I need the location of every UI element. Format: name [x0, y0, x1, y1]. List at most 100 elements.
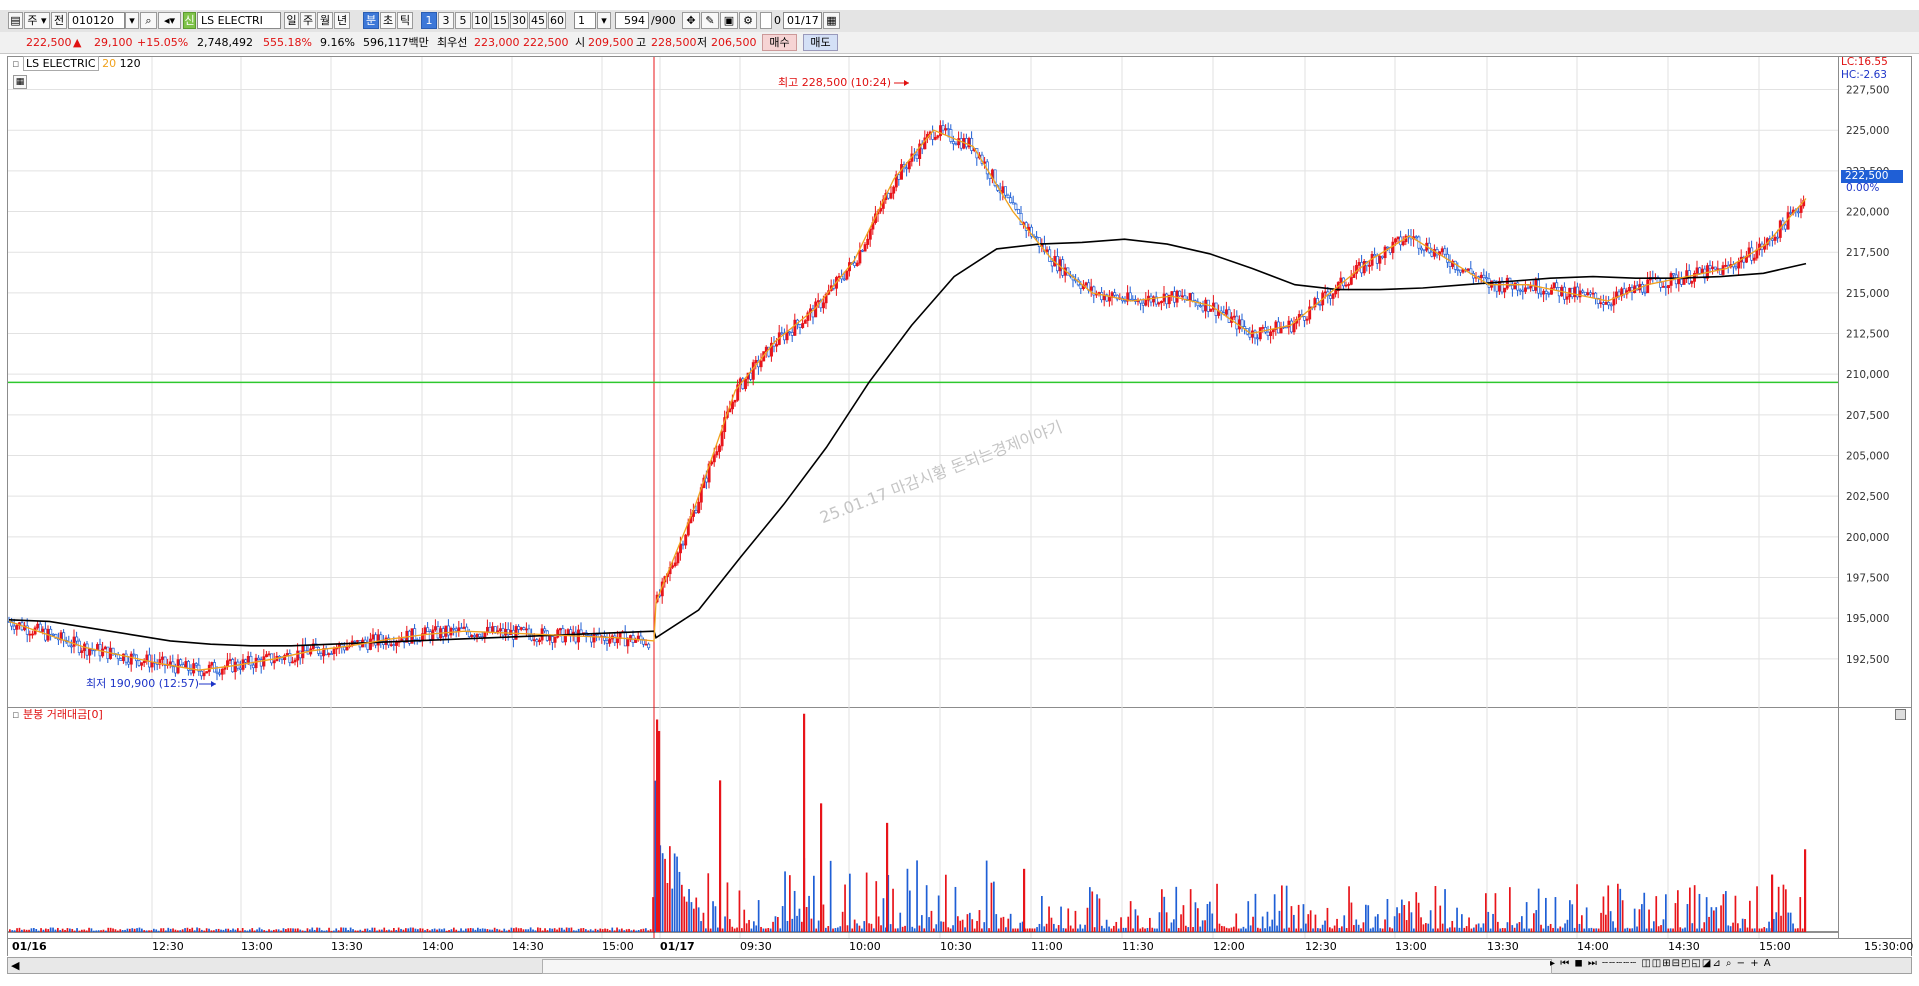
volume-bar	[1139, 928, 1142, 932]
volume-bar	[858, 925, 861, 932]
candle-body	[1144, 299, 1148, 306]
volume-bar	[1360, 928, 1362, 932]
candle-body	[205, 671, 209, 674]
volume-bar	[1367, 905, 1370, 932]
candle-body	[957, 138, 961, 146]
candle-body	[1157, 302, 1161, 305]
volume-bar	[1768, 921, 1770, 932]
volume-bar	[73, 930, 76, 932]
volume-bar	[714, 906, 717, 932]
volume-bar	[1571, 904, 1574, 932]
candle-body	[941, 125, 945, 131]
candle-body	[504, 629, 508, 636]
volume-bar	[829, 860, 832, 932]
volume-bar	[1583, 928, 1586, 932]
volume-bar	[1331, 928, 1334, 932]
volume-bar	[1439, 905, 1442, 932]
volume-bar	[957, 916, 959, 932]
horizontal-scrollbar[interactable]: ◀ ▸ ⏮ ◼ ⏭ ┄┄┄┄┄ ◫◫⊞⊟◰◱◪⊿ ⌕ − + A	[7, 957, 1912, 974]
candle-body	[965, 138, 968, 148]
volume-bar	[109, 927, 112, 932]
candle-body	[291, 661, 294, 664]
volume-bar	[1000, 917, 1002, 932]
volume-bar	[851, 928, 854, 932]
volume-bar	[222, 929, 225, 932]
volume-bar	[1475, 924, 1478, 932]
time-axis-label: 13:30	[1487, 940, 1519, 953]
volume-bar	[678, 871, 681, 932]
volume-bar	[1197, 908, 1199, 932]
volume-bar	[1269, 926, 1271, 932]
volume-bar	[1185, 925, 1187, 932]
volume-bar	[261, 929, 263, 932]
volume-bar	[493, 927, 496, 932]
volume-bar	[1689, 887, 1691, 932]
volume-bar	[808, 895, 810, 932]
candle-body	[1503, 287, 1507, 293]
volume-bar	[1283, 928, 1286, 932]
volume-bar	[21, 929, 23, 932]
volume-bar	[508, 929, 510, 932]
candle-body	[1443, 248, 1447, 255]
scroll-thumb[interactable]	[542, 959, 1552, 974]
volume-bar	[877, 916, 880, 932]
volume-bar	[102, 929, 105, 932]
volume-bar	[141, 928, 143, 932]
volume-bar	[892, 888, 894, 932]
volume-bar	[1336, 918, 1338, 932]
price-tick-label: 220,000	[1846, 207, 1889, 219]
volume-bar	[925, 885, 928, 932]
candle-body	[413, 628, 417, 640]
volume-bar	[796, 915, 798, 932]
volume-bar	[1329, 927, 1331, 932]
volume-bar	[1290, 906, 1293, 932]
candle-body	[220, 668, 224, 675]
scroll-left-icon[interactable]: ◀	[11, 959, 19, 972]
volume-bar	[1420, 917, 1422, 932]
volume-bar	[1365, 904, 1367, 932]
volume-bar	[611, 927, 614, 932]
volume-bar	[1101, 925, 1103, 932]
chart-settings-icon[interactable]: ▦	[13, 75, 27, 89]
candle-body	[1009, 197, 1013, 204]
volume-bar	[1429, 910, 1432, 932]
time-axis-label: 01/17	[660, 940, 695, 953]
volume-bar	[1257, 927, 1259, 932]
volume-bar	[157, 930, 160, 932]
volume-bar	[1765, 928, 1768, 932]
volume-bar	[1518, 922, 1521, 932]
candle-body	[1160, 301, 1163, 304]
volume-bar	[592, 930, 594, 932]
volume-bar	[1713, 910, 1715, 932]
candle-body	[1240, 319, 1244, 327]
candle-body	[1534, 279, 1538, 291]
volume-bar	[671, 888, 674, 932]
candle-body	[124, 653, 128, 663]
ma-120-line	[8, 238, 1807, 647]
volume-bar	[349, 927, 352, 932]
volume-bar	[539, 927, 542, 932]
volume-bar	[249, 929, 251, 932]
volume-bar	[510, 927, 513, 932]
candle-body	[1004, 186, 1007, 196]
volume-bar	[25, 929, 28, 932]
volume-bar	[988, 928, 990, 932]
candle-body	[332, 648, 336, 655]
volume-bar	[107, 927, 110, 932]
volume-bar	[832, 928, 834, 932]
panel-maximize-icon[interactable]	[1895, 709, 1906, 720]
time-axis-label: 14:30	[512, 940, 544, 953]
volume-bar	[899, 912, 902, 932]
candle-body	[1485, 277, 1488, 280]
volume-bar	[1384, 919, 1386, 932]
candle-body	[132, 653, 136, 656]
volume-bar	[388, 929, 390, 932]
volume-bar	[299, 929, 302, 932]
candle-body	[1180, 295, 1184, 298]
candle-body	[1524, 287, 1527, 292]
volume-bar	[1799, 897, 1802, 932]
playback-controls[interactable]: ▸ ⏮ ◼ ⏭ ┄┄┄┄┄ ◫◫⊞⊟◰◱◪⊿ ⌕ − + A	[1550, 958, 1772, 969]
time-axis-label: 14:00	[1577, 940, 1609, 953]
volume-bar	[1564, 923, 1566, 932]
volume-bar	[1072, 928, 1074, 932]
